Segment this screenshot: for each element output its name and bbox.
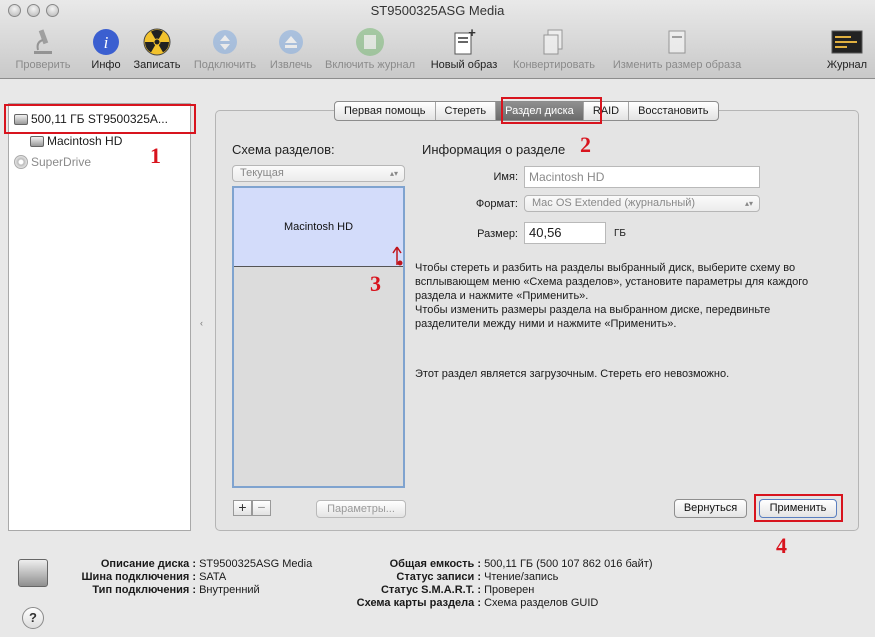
new-image-icon: + xyxy=(448,27,480,57)
remove-partition-button[interactable]: − xyxy=(252,500,271,516)
highlight-box-1 xyxy=(4,104,196,134)
resize-image-button[interactable]: Изменить размер образа xyxy=(606,27,748,71)
resize-handle[interactable] xyxy=(390,245,404,266)
new-image-button[interactable]: + Новый образ xyxy=(426,27,502,71)
partition-map: Macintosh HD xyxy=(232,186,405,488)
help-text: Чтобы стереть и разбить на разделы выбра… xyxy=(415,262,809,330)
tab-erase[interactable]: Стереть xyxy=(436,102,497,120)
scheme-value: Текущая xyxy=(240,167,284,179)
partition-block[interactable]: Macintosh HD xyxy=(234,188,403,267)
verify-button[interactable]: Проверить xyxy=(12,27,74,71)
window-toolbar: ST9500325ASG Media Проверить i Инфо Запи… xyxy=(0,0,875,79)
annotation-number: 1 xyxy=(150,143,161,168)
splitter-handle[interactable]: ‹ xyxy=(200,318,203,328)
eject-button[interactable]: Извлечь xyxy=(266,27,316,71)
radiation-icon xyxy=(141,27,173,57)
scheme-title: Схема разделов: xyxy=(232,142,335,157)
partition-info-title: Информация о разделе xyxy=(422,142,566,157)
format-label: Формат: xyxy=(475,198,518,210)
revert-button[interactable]: Вернуться xyxy=(674,499,747,518)
tab-restore[interactable]: Восстановить xyxy=(629,102,717,120)
volume-icon xyxy=(30,135,44,147)
size-unit: ГБ xyxy=(614,228,626,239)
boot-volume-note: Этот раздел является загрузочным. Стерет… xyxy=(415,368,730,380)
microscope-icon xyxy=(27,27,59,57)
disk-info-left: Описание диска : ST9500325ASG Media Шина… xyxy=(81,558,313,596)
optical-disc-icon xyxy=(14,155,28,169)
mount-icon xyxy=(209,27,241,57)
info-icon: i xyxy=(90,27,122,57)
sidebar-item-label: SuperDrive xyxy=(31,155,92,169)
size-label: Размер: xyxy=(477,228,518,240)
help-button[interactable]: ? xyxy=(22,607,44,629)
info-button[interactable]: i Инфо xyxy=(88,27,124,71)
updown-arrow-icon: ▴▾ xyxy=(389,169,398,178)
sidebar-item-superdrive[interactable]: SuperDrive xyxy=(14,155,91,169)
annotation-number: 4 xyxy=(776,533,787,558)
disk-info-right: Общая емкость : 500,11 ГБ (500 107 862 0… xyxy=(356,558,653,609)
highlight-box-4 xyxy=(754,494,843,522)
options-button[interactable]: Параметры... xyxy=(316,500,406,518)
journal-icon xyxy=(354,27,386,57)
annotation-number: 2 xyxy=(580,132,591,157)
tab-first-aid[interactable]: Первая помощь xyxy=(335,102,436,120)
svg-text:+: + xyxy=(468,27,476,40)
log-icon xyxy=(831,27,863,57)
eject-icon xyxy=(275,27,307,57)
add-partition-button[interactable]: + xyxy=(233,500,252,516)
format-value: Mac OS Extended (журнальный) xyxy=(532,197,696,209)
sidebar-item-label: Macintosh HD xyxy=(47,134,123,148)
format-popup[interactable]: Mac OS Extended (журнальный) ▴▾ xyxy=(524,195,760,212)
convert-button[interactable]: Конвертировать xyxy=(506,27,602,71)
enable-journal-button[interactable]: Включить журнал xyxy=(320,27,420,71)
name-label: Имя: xyxy=(493,171,518,183)
svg-text:i: i xyxy=(104,33,109,52)
highlight-box-2 xyxy=(501,97,602,124)
updown-arrow-icon: ▴▾ xyxy=(744,199,753,208)
size-field[interactable]: 40,56 xyxy=(524,222,606,244)
mount-button[interactable]: Подключить xyxy=(190,27,260,71)
log-button[interactable]: Журнал xyxy=(824,27,870,71)
scheme-popup[interactable]: Текущая ▴▾ xyxy=(232,165,405,182)
annotation-number: 3 xyxy=(370,271,381,296)
name-field[interactable]: Macintosh HD xyxy=(524,166,760,188)
resize-image-icon xyxy=(661,27,693,57)
window-title: ST9500325ASG Media xyxy=(370,3,505,18)
burn-button[interactable]: Записать xyxy=(130,27,184,71)
convert-icon xyxy=(538,27,570,57)
sidebar-item-macintosh-hd[interactable]: Macintosh HD xyxy=(30,134,122,148)
